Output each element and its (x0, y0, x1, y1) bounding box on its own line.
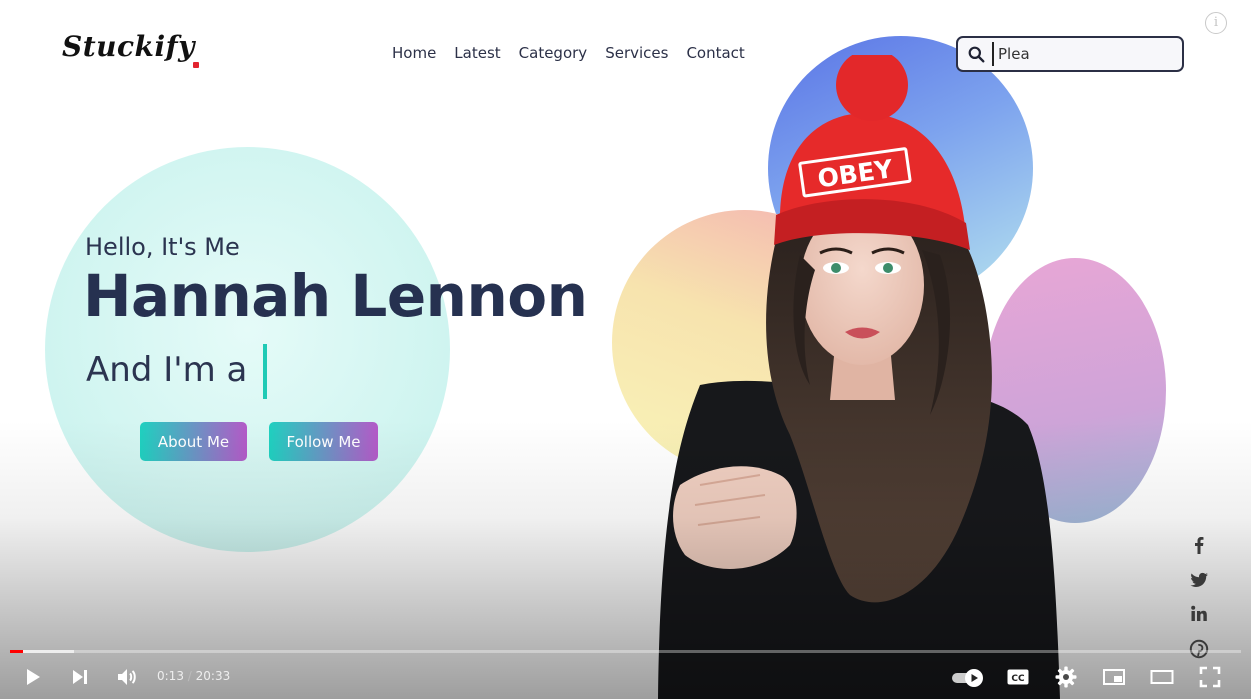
time-display: 0:13 / 20:33 (157, 669, 230, 683)
captions-button[interactable]: CC (1005, 664, 1031, 690)
nav-latest[interactable]: Latest (454, 44, 500, 62)
played-bar (10, 650, 23, 653)
fullscreen-icon (1199, 666, 1221, 688)
play-button[interactable] (20, 664, 46, 690)
theater-mode-button[interactable] (1149, 664, 1175, 690)
typing-caret (263, 344, 267, 399)
search-divider (992, 42, 994, 66)
current-time: 0:13 (157, 669, 184, 683)
twitter-icon[interactable] (1186, 570, 1212, 592)
hero-photo: OBEY (658, 55, 1060, 699)
follow-me-button[interactable]: Follow Me (269, 422, 378, 461)
main-nav: Home Latest Category Services Contact (392, 44, 745, 62)
video-frame[interactable]: OBEY Stuckify Home Latest Category Servi… (0, 0, 1251, 699)
search-input[interactable] (998, 45, 1168, 63)
about-me-button[interactable]: About Me (140, 422, 247, 461)
svg-text:CC: CC (1011, 674, 1025, 684)
next-icon (73, 670, 87, 684)
gear-icon (1055, 666, 1077, 688)
video-progress-bar[interactable] (10, 650, 1241, 653)
nav-category[interactable]: Category (519, 44, 588, 62)
duration: 20:33 (195, 669, 231, 683)
fullscreen-button[interactable] (1197, 664, 1223, 690)
volume-button[interactable] (114, 664, 140, 690)
logo-dot (193, 62, 199, 68)
captions-icon: CC (1007, 669, 1029, 685)
volume-icon (118, 669, 136, 685)
linkedin-icon[interactable] (1186, 604, 1212, 626)
miniplayer-button[interactable] (1101, 664, 1127, 690)
nav-contact[interactable]: Contact (686, 44, 744, 62)
theater-icon (1150, 670, 1174, 684)
autoplay-icon (952, 669, 983, 687)
info-icon[interactable]: i (1205, 12, 1227, 34)
hero-greeting: Hello, It's Me (85, 233, 240, 261)
miniplayer-icon (1103, 669, 1125, 685)
time-separator: / (187, 669, 192, 683)
site-logo[interactable]: Stuckify (62, 30, 195, 63)
search-icon[interactable] (968, 46, 985, 63)
hero-name: Hannah Lennon (83, 262, 588, 330)
hero-role: And I'm a (86, 350, 248, 390)
search-box[interactable] (956, 36, 1184, 72)
facebook-icon[interactable] (1186, 535, 1212, 557)
play-icon (27, 669, 40, 685)
next-button[interactable] (67, 664, 93, 690)
settings-button[interactable] (1053, 664, 1079, 690)
nav-services[interactable]: Services (605, 44, 668, 62)
nav-home[interactable]: Home (392, 44, 436, 62)
autoplay-toggle[interactable] (950, 664, 986, 690)
